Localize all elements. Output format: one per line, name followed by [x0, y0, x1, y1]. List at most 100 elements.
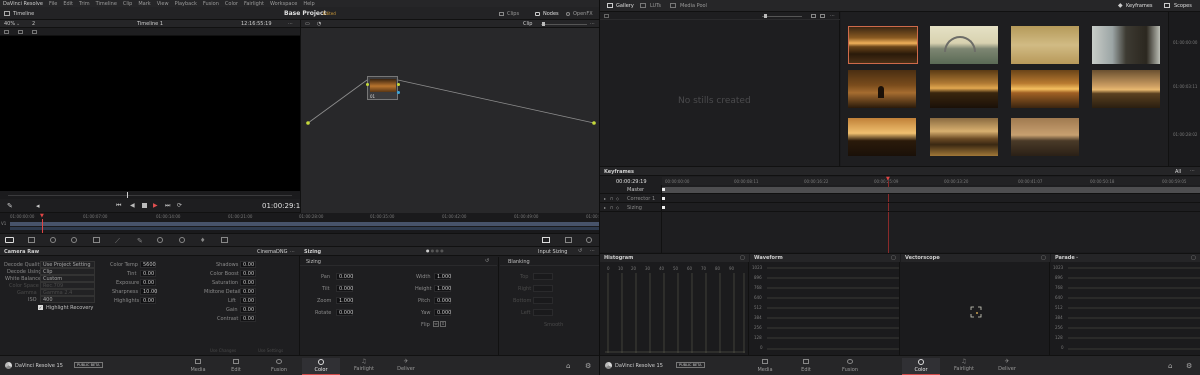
- zoom-field[interactable]: 1.000: [336, 297, 353, 304]
- more-icon[interactable]: ⋯: [830, 13, 835, 19]
- settings-icon[interactable]: ⚙: [585, 362, 591, 370]
- blur-icon[interactable]: ♦: [200, 237, 205, 244]
- loop-icon[interactable]: ⟳: [177, 202, 182, 209]
- filter-select[interactable]: All: [1175, 169, 1181, 175]
- color-boost-field[interactable]: 0.00: [240, 270, 256, 277]
- use-settings-button[interactable]: Use Settings: [258, 348, 283, 353]
- thumb-2[interactable]: [930, 26, 998, 64]
- reset-icon[interactable]: ↺: [578, 248, 582, 254]
- window-icon[interactable]: [157, 237, 163, 243]
- tab-deliver[interactable]: ✈ Deliver: [989, 358, 1025, 375]
- media-pool-tab[interactable]: Media Pool: [680, 3, 707, 9]
- tab-edit[interactable]: Edit: [218, 358, 254, 375]
- lock-icon[interactable]: ⊓: [610, 205, 613, 210]
- list-view-icon[interactable]: [820, 14, 825, 18]
- menu-item[interactable]: DaVinci Resolve: [3, 1, 43, 7]
- format-select[interactable]: CinemaDNG: [257, 249, 288, 255]
- menu-item[interactable]: Timeline: [96, 1, 117, 7]
- menu-item[interactable]: Playback: [175, 1, 197, 7]
- thumb-3[interactable]: [1011, 26, 1079, 64]
- thumb-6[interactable]: [930, 70, 998, 108]
- skip-forward-icon[interactable]: ⏭: [165, 202, 170, 210]
- curves-icon[interactable]: ⟋: [115, 237, 120, 246]
- pitch-field[interactable]: 0.000: [434, 297, 451, 304]
- menu-item[interactable]: Clip: [123, 1, 132, 7]
- settings-icon[interactable]: ⚙: [1186, 362, 1192, 370]
- chevron-down-icon[interactable]: ⌄: [937, 254, 941, 260]
- tab-media[interactable]: Media: [747, 358, 783, 375]
- 3d-icon[interactable]: [565, 237, 572, 243]
- stop-icon[interactable]: [142, 203, 147, 208]
- height-field[interactable]: 1.000: [434, 285, 451, 292]
- shadows-field[interactable]: 0.00: [240, 261, 256, 268]
- thumb-4[interactable]: [1092, 26, 1160, 64]
- menu-item[interactable]: File: [49, 1, 57, 7]
- rgb-mixer-icon[interactable]: [71, 237, 77, 243]
- color-wheels-icon[interactable]: [50, 237, 56, 243]
- count-select[interactable]: 2: [32, 21, 35, 27]
- expand-icon[interactable]: ▸: [604, 196, 606, 201]
- keyframes-tab[interactable]: Keyframes: [1126, 3, 1153, 9]
- menu-item[interactable]: Trim: [79, 1, 90, 7]
- scopes-icon[interactable]: [1164, 3, 1170, 8]
- clip-select[interactable]: Clip: [523, 21, 532, 27]
- tab-fusion[interactable]: Fusion: [261, 358, 297, 375]
- split-icon[interactable]: [18, 30, 23, 34]
- playhead[interactable]: [127, 192, 128, 198]
- iso-select[interactable]: 400: [40, 296, 95, 303]
- zoom-select[interactable]: 40%: [4, 21, 15, 27]
- menu-item[interactable]: View: [157, 1, 169, 7]
- lock-icon[interactable]: ⊓: [610, 196, 613, 201]
- expand-icon[interactable]: ▸: [604, 205, 606, 210]
- decode-using-select[interactable]: Clip: [40, 268, 95, 275]
- more-icon[interactable]: ⋯: [290, 249, 295, 255]
- tab-color[interactable]: Color: [302, 358, 340, 375]
- more-icon[interactable]: ⋯: [590, 248, 595, 254]
- keyframes-icon[interactable]: ◆: [1118, 2, 1123, 9]
- pointer-icon[interactable]: ✎: [7, 202, 13, 210]
- menu-item[interactable]: Workspace: [270, 1, 297, 7]
- gallery-icon[interactable]: [607, 3, 613, 8]
- track-master[interactable]: Master: [600, 186, 1200, 194]
- openfx-button[interactable]: OpenFX: [566, 11, 593, 17]
- grid-view-icon[interactable]: [811, 14, 816, 18]
- zoom-knob[interactable]: [542, 22, 545, 26]
- keyframe-mode-icon[interactable]: ◇: [616, 196, 619, 201]
- pan-field[interactable]: 0.000: [336, 273, 353, 280]
- skip-back-icon[interactable]: ⏮: [116, 202, 121, 210]
- more-icon[interactable]: ⋯: [288, 21, 293, 27]
- tab-fairlight[interactable]: ♫ Fairlight: [946, 358, 982, 375]
- white-balance-select[interactable]: Custom: [40, 275, 95, 282]
- album-icon[interactable]: [604, 14, 609, 18]
- camera-raw-icon[interactable]: [5, 237, 14, 243]
- chevron-down-icon[interactable]: ⌄: [630, 254, 634, 260]
- thumb-9[interactable]: [848, 118, 916, 156]
- keyframe-mode-icon[interactable]: ◇: [616, 205, 619, 210]
- tab-fusion[interactable]: Fusion: [832, 358, 868, 375]
- tracker-icon[interactable]: [179, 237, 185, 243]
- timeline-name[interactable]: Timeline 1: [137, 21, 163, 27]
- settings-icon[interactable]: ▢: [1191, 255, 1196, 261]
- video-track[interactable]: [10, 222, 599, 226]
- sizing-icon[interactable]: [542, 237, 550, 243]
- chevron-down-icon[interactable]: ⌄: [780, 254, 784, 260]
- use-changes-button[interactable]: Use Changes: [210, 348, 236, 353]
- luts-icon[interactable]: [640, 3, 646, 8]
- motion-effects-icon[interactable]: [93, 237, 100, 243]
- flip-vertical-icon[interactable]: ⇕: [440, 321, 446, 327]
- home-icon[interactable]: ⌂: [1168, 362, 1172, 370]
- tab-deliver[interactable]: ✈ Deliver: [388, 358, 424, 375]
- viewer-scrubber[interactable]: [0, 191, 300, 199]
- node-editor[interactable]: ▭ ◔ Clip ⋯ 01: [300, 20, 600, 213]
- track-corrector[interactable]: ▸ ⊓ ◇ Corrector 1: [600, 195, 1200, 203]
- audio-track[interactable]: [10, 227, 599, 230]
- settings-icon[interactable]: ▢: [891, 255, 896, 261]
- thumb-5[interactable]: [848, 70, 916, 108]
- audio-icon[interactable]: ◂: [36, 202, 40, 210]
- thumb-11[interactable]: [1011, 118, 1079, 156]
- highlight-icon[interactable]: ◔: [317, 21, 321, 27]
- nodes-button[interactable]: Nodes: [535, 11, 559, 17]
- chevron-down-icon[interactable]: ⌄: [1075, 254, 1079, 260]
- sharpness-field[interactable]: 10.00: [140, 288, 157, 295]
- tab-fairlight[interactable]: ♫ Fairlight: [346, 358, 382, 375]
